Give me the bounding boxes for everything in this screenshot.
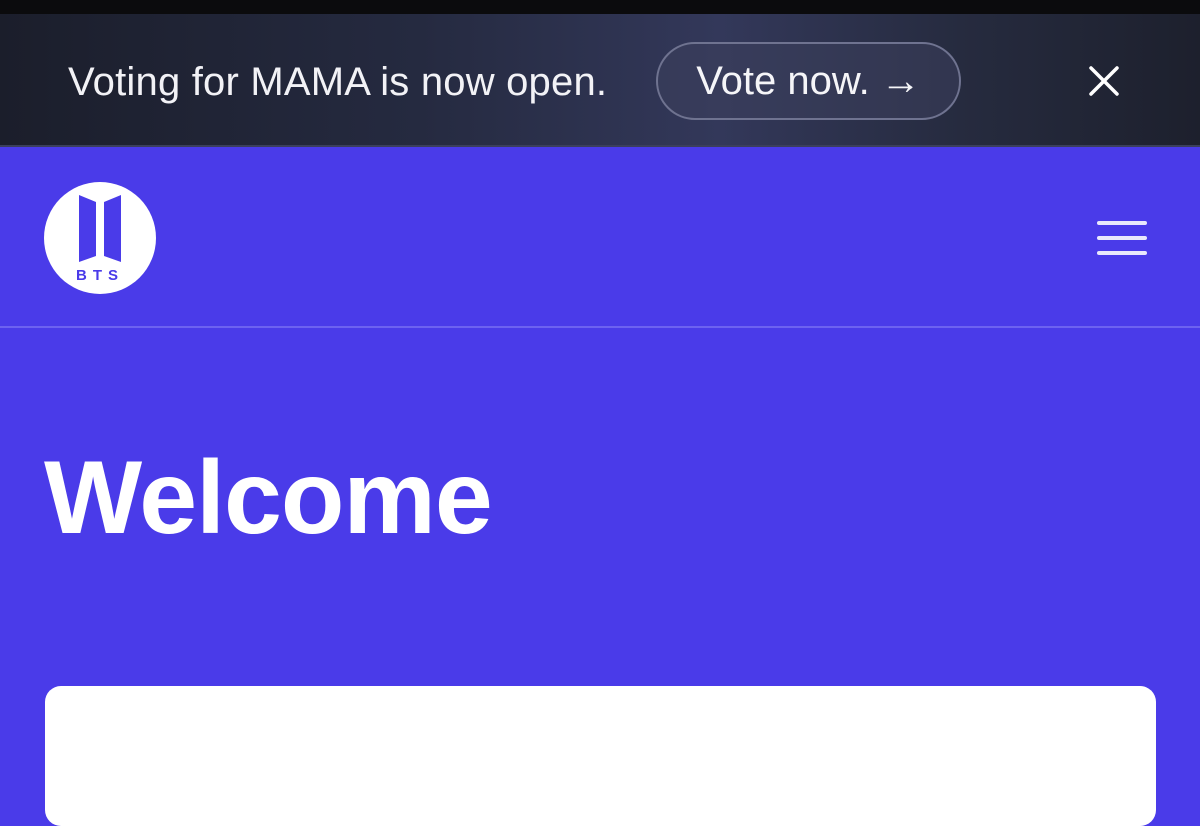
status-strip	[0, 0, 1200, 14]
announcement-banner: Voting for MAMA is now open. Vote now. →	[0, 14, 1200, 147]
bts-logo-icon: BTS	[76, 195, 124, 284]
page-title: Welcome	[44, 440, 493, 556]
banner-message: Voting for MAMA is now open.	[68, 60, 608, 104]
hamburger-menu-icon	[1097, 236, 1147, 240]
logo-text: BTS	[76, 267, 124, 284]
site-header: BTS	[0, 147, 1200, 328]
bts-logo[interactable]: BTS	[44, 182, 156, 294]
vote-now-button[interactable]: Vote now. →	[656, 42, 961, 120]
menu-button[interactable]	[1094, 219, 1150, 259]
hamburger-menu-icon	[1097, 221, 1147, 225]
hamburger-menu-icon	[1097, 251, 1147, 255]
content-card	[45, 686, 1156, 826]
close-icon	[1089, 66, 1119, 96]
close-banner-button[interactable]	[1080, 57, 1128, 105]
